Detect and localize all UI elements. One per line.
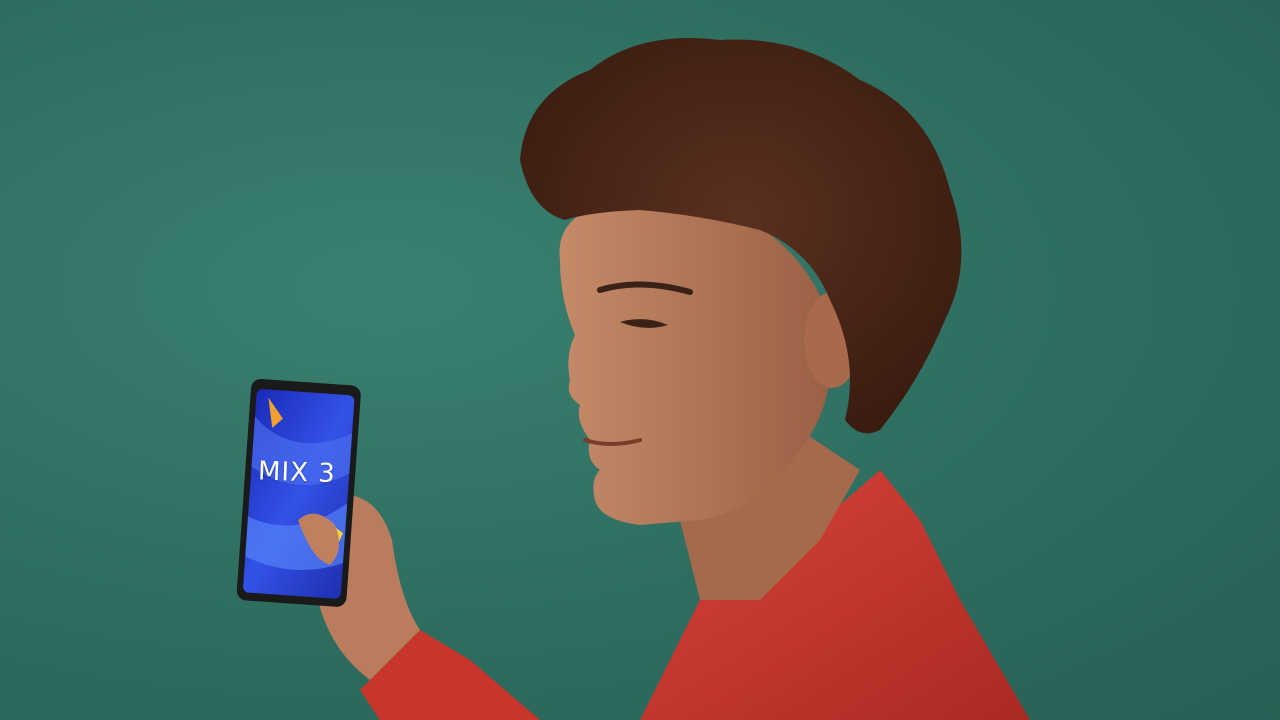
video-frame: MIX 3 — [0, 0, 1280, 720]
smartphone-icon — [236, 379, 361, 607]
phone-screen-text: MIX 3 — [257, 456, 337, 490]
scene-illustration — [236, 38, 1030, 720]
